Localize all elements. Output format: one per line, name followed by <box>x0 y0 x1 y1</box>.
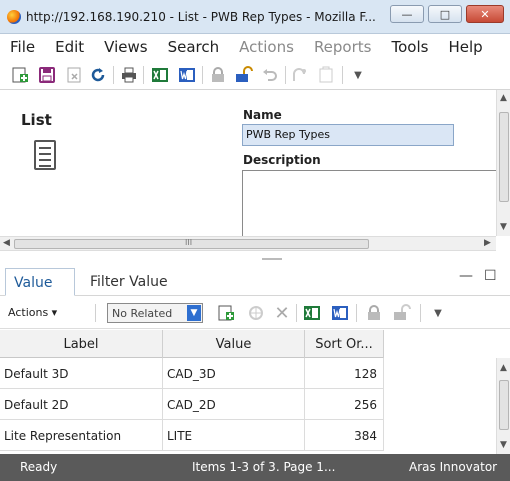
minimize-button[interactable]: — <box>390 5 424 23</box>
grid-scroll-thumb[interactable] <box>499 380 509 430</box>
grid-excel-icon[interactable] <box>302 303 322 323</box>
relationship-grid: Label Value Sort Or... Default 3D CAD_3D… <box>0 330 496 454</box>
menu-help[interactable]: Help <box>438 38 492 56</box>
save-icon[interactable] <box>37 65 57 85</box>
grid-toolbar-overflow-icon[interactable]: ▼ <box>428 303 448 323</box>
description-label: Description <box>243 153 321 167</box>
scroll-grip: III <box>185 238 193 247</box>
form-horizontal-scrollbar[interactable]: ◀ III ▶ <box>0 236 496 251</box>
menu-views[interactable]: Views <box>94 38 157 56</box>
grid-vertical-scrollbar[interactable]: ▲ ▼ <box>496 358 510 454</box>
close-icon: ✕ <box>480 7 490 21</box>
status-text: Ready <box>20 460 58 474</box>
cell-sort-order: 128 <box>305 358 384 389</box>
version-icon[interactable] <box>290 65 310 85</box>
maximize-pane-icon[interactable]: ☐ <box>484 268 497 284</box>
excel-icon[interactable] <box>150 65 170 85</box>
toolbar-overflow-icon[interactable]: ▼ <box>348 65 368 85</box>
grid-unlock-icon[interactable] <box>392 303 412 323</box>
menu-tools[interactable]: Tools <box>381 38 438 56</box>
column-header-sort-order[interactable]: Sort Or... <box>305 330 384 358</box>
item-type-title: List <box>21 111 52 129</box>
menu-edit[interactable]: Edit <box>45 38 94 56</box>
related-select[interactable]: No Related ▼ <box>107 303 203 323</box>
window-title: http://192.168.190.210 - List - PWB Rep … <box>26 10 376 24</box>
cell-label: Lite Representation <box>0 420 163 451</box>
related-select-value: No Related <box>112 307 173 320</box>
relationship-tabs: Value Filter Value — ☐ <box>0 262 510 296</box>
grid-header: Label Value Sort Or... <box>0 330 384 358</box>
print-icon[interactable] <box>119 65 139 85</box>
column-header-label[interactable]: Label <box>0 330 163 358</box>
close-item-icon[interactable] <box>64 65 84 85</box>
status-bar: Ready Items 1-3 of 3. Page 1... Aras Inn… <box>0 454 510 481</box>
table-row[interactable]: Lite Representation LITE 384 <box>0 420 384 451</box>
close-button[interactable]: ✕ <box>466 5 504 23</box>
add-row-icon[interactable] <box>216 303 236 323</box>
menu-file[interactable]: File <box>0 38 45 56</box>
main-toolbar: ▼ <box>0 60 510 90</box>
paging-text: Items 1-3 of 3. Page 1... <box>192 460 336 474</box>
tab-filter-value[interactable]: Filter Value <box>82 268 176 296</box>
relationship-toolbar: Actions ▾ No Related ▼ ✕ ▼ <box>0 297 510 329</box>
cell-sort-order: 256 <box>305 389 384 420</box>
firefox-icon <box>7 10 21 24</box>
form-scroll-thumb[interactable] <box>499 112 509 202</box>
description-field[interactable] <box>242 170 496 238</box>
menu-bar: File Edit Views Search Actions Reports T… <box>0 34 510 60</box>
undo-icon[interactable] <box>260 65 280 85</box>
menu-search[interactable]: Search <box>158 38 230 56</box>
column-header-value[interactable]: Value <box>163 330 305 358</box>
word-icon[interactable] <box>177 65 197 85</box>
table-row[interactable]: Default 2D CAD_2D 256 <box>0 389 384 420</box>
grid-word-icon[interactable] <box>330 303 350 323</box>
refresh-icon[interactable] <box>88 65 108 85</box>
maximize-icon: □ <box>439 7 451 21</box>
pane-splitter[interactable] <box>262 258 282 260</box>
unlock-icon[interactable] <box>234 65 254 85</box>
cell-sort-order: 384 <box>305 420 384 451</box>
horizontal-scroll-thumb[interactable]: III <box>14 238 369 249</box>
cell-label: Default 2D <box>0 389 163 420</box>
new-item-icon[interactable] <box>10 65 30 85</box>
window-title-bar: http://192.168.190.210 - List - PWB Rep … <box>0 0 510 34</box>
list-icon <box>34 140 56 170</box>
form-vertical-scrollbar[interactable]: ▲ ▼ <box>496 90 510 236</box>
promote-icon[interactable] <box>316 65 336 85</box>
maximize-button[interactable]: □ <box>428 5 462 23</box>
grid-lock-icon[interactable] <box>364 303 384 323</box>
actions-dropdown[interactable]: Actions ▾ <box>8 306 57 319</box>
product-name: Aras Innovator <box>409 460 498 474</box>
delete-row-icon[interactable]: ✕ <box>272 303 292 324</box>
pick-related-icon[interactable] <box>246 303 266 323</box>
name-field[interactable]: PWB Rep Types <box>242 124 454 146</box>
menu-actions[interactable]: Actions <box>229 38 304 56</box>
lock-icon[interactable] <box>208 65 228 85</box>
cell-value: CAD_3D <box>163 358 305 389</box>
tab-value[interactable]: Value <box>5 268 75 296</box>
cell-value: LITE <box>163 420 305 451</box>
cell-value: CAD_2D <box>163 389 305 420</box>
cell-label: Default 3D <box>0 358 163 389</box>
table-row[interactable]: Default 3D CAD_3D 128 <box>0 358 384 389</box>
minimize-pane-icon[interactable]: — <box>459 268 473 284</box>
menu-reports[interactable]: Reports <box>304 38 382 56</box>
chevron-down-icon: ▼ <box>187 305 201 321</box>
name-label: Name <box>243 108 282 122</box>
minimize-icon: — <box>401 7 413 21</box>
